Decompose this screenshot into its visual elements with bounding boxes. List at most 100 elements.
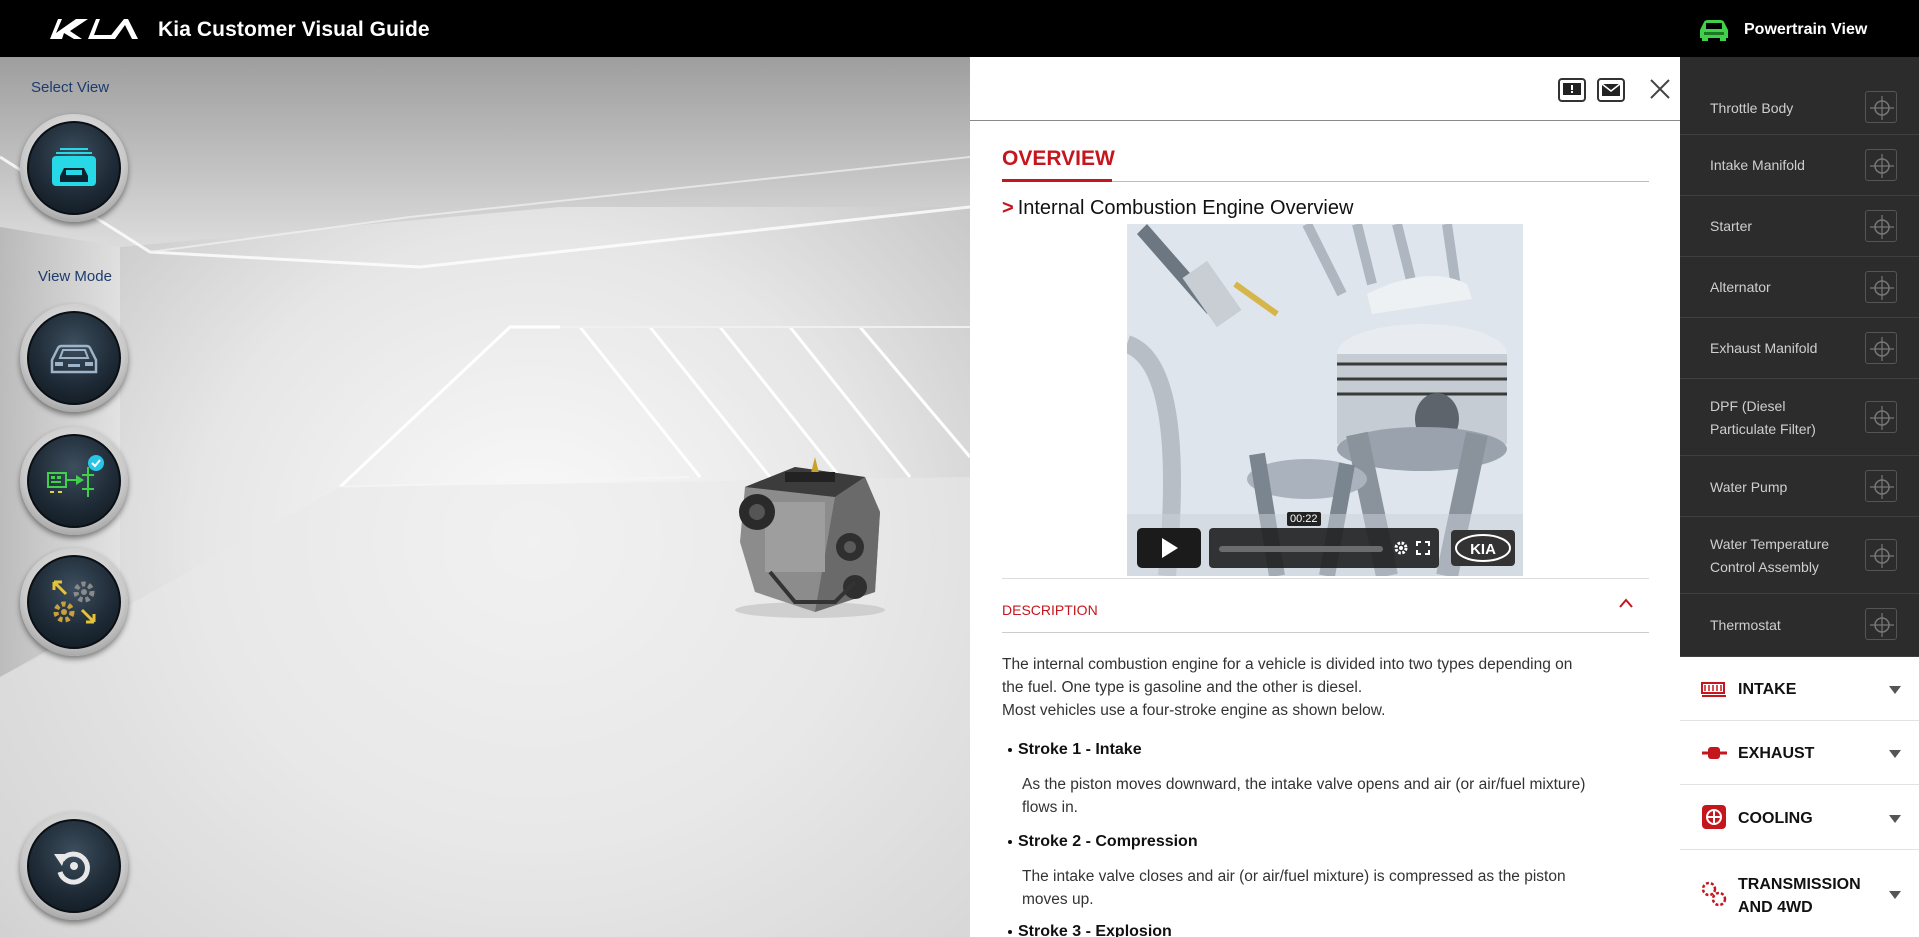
- crosshair-icon: [1870, 215, 1894, 239]
- part-item-exhaust-manifold[interactable]: Exhaust Manifold: [1680, 318, 1919, 379]
- description-toggle[interactable]: DESCRIPTION: [1002, 602, 1098, 618]
- category-label: INTAKE: [1738, 681, 1797, 698]
- part-label: Starter: [1710, 218, 1753, 234]
- reset-view-button[interactable]: [20, 812, 128, 920]
- engine-model[interactable]: [715, 452, 895, 622]
- part-item-throttle-body[interactable]: Throttle Body: [1680, 57, 1919, 135]
- part-item-water-temperature-control[interactable]: Water Temperature Control Assembly: [1680, 517, 1919, 594]
- locate-part-button[interactable]: [1865, 470, 1897, 502]
- chevron-up-icon[interactable]: [1618, 597, 1634, 609]
- crosshair-icon: [1870, 276, 1894, 300]
- crosshair-icon: [1870, 475, 1894, 499]
- stroke-heading: Stroke 1 - Intake: [1008, 741, 1142, 759]
- kia-video-logo: KIA: [1451, 530, 1515, 566]
- locate-part-button[interactable]: [1865, 608, 1897, 640]
- intro-line: The internal combustion engine for a veh…: [1002, 656, 1573, 673]
- fullscreen-icon[interactable]: [1415, 540, 1431, 556]
- intake-icon: [1701, 682, 1726, 697]
- bullet: [1008, 929, 1012, 934]
- topic-title: > Internal Combustion Engine Overview: [1002, 197, 1353, 220]
- video-player[interactable]: 00:22 KIA: [1127, 224, 1523, 576]
- locate-part-button[interactable]: [1865, 210, 1897, 242]
- view-mode-title: Powertrain View: [1744, 21, 1868, 38]
- car-front-icon: [50, 344, 98, 374]
- part-label: DPF (Diesel: [1710, 398, 1786, 414]
- part-item-starter[interactable]: Starter: [1680, 196, 1919, 257]
- view-mode-label: View Mode: [38, 268, 112, 285]
- kia-badge-graphic: KIA: [1455, 534, 1511, 562]
- stroke-title: Stroke 2 - Compression: [1018, 833, 1198, 850]
- stroke-text-line: As the piston moves downward, the intake…: [1022, 776, 1586, 793]
- category-label: EXHAUST: [1738, 745, 1815, 762]
- 3d-viewer[interactable]: Select View View Mode: [0, 57, 970, 937]
- crosshair-icon: [1870, 154, 1894, 178]
- stroke-text-line: flows in.: [1022, 799, 1078, 816]
- seek-bar-area[interactable]: 00:22: [1209, 512, 1439, 568]
- progress-track[interactable]: [1219, 546, 1383, 552]
- kia-logo: [50, 19, 138, 39]
- bullet: [1008, 839, 1012, 844]
- stroke-heading: Stroke 3 - Explosion: [1008, 923, 1172, 937]
- part-item-thermostat[interactable]: Thermostat: [1680, 594, 1919, 657]
- locate-part-button[interactable]: [1865, 539, 1897, 571]
- locate-part-button[interactable]: [1865, 401, 1897, 433]
- powertrain-mode-button[interactable]: [20, 427, 128, 535]
- play-icon: [1162, 538, 1178, 558]
- crosshair-icon: [1870, 406, 1894, 430]
- intro-line: Most vehicles use a four-stroke engine a…: [1002, 702, 1386, 719]
- stroke-title: Stroke 3 - Explosion: [1018, 923, 1172, 937]
- transmission-icon: [1701, 881, 1727, 907]
- panel-header: [970, 57, 1680, 121]
- current-time: 00:22: [1287, 512, 1321, 526]
- part-label: Alternator: [1710, 279, 1771, 295]
- locate-part-button[interactable]: [1865, 332, 1897, 364]
- locate-part-button[interactable]: [1865, 149, 1897, 181]
- chevron-down-icon: [1889, 686, 1901, 694]
- category-exhaust[interactable]: EXHAUST: [1680, 721, 1919, 785]
- exhaust-icon: [1702, 747, 1727, 759]
- category-intake[interactable]: INTAKE: [1680, 657, 1919, 721]
- crosshair-icon: [1870, 613, 1894, 637]
- section-heading: OVERVIEW: [1002, 147, 1115, 170]
- info-panel: OVERVIEW > Internal Combustion Engine Ove…: [970, 57, 1680, 937]
- settings-gear-icon[interactable]: [1393, 540, 1409, 556]
- cooling-icon: [1702, 805, 1726, 829]
- email-button[interactable]: [1597, 78, 1625, 102]
- chevron-down-icon: [1889, 891, 1901, 899]
- stroke-title: Stroke 1 - Intake: [1018, 741, 1142, 758]
- parts-mode-button[interactable]: [20, 548, 128, 656]
- parts-list: Throttle Body Intake Manifold Starter Al…: [1680, 57, 1919, 657]
- email-icon: [1601, 83, 1621, 96]
- part-label: Thermostat: [1710, 617, 1781, 633]
- category-label: TRANSMISSION: [1738, 876, 1861, 893]
- close-icon[interactable]: [1648, 77, 1672, 101]
- play-button[interactable]: [1137, 528, 1201, 568]
- part-item-water-pump[interactable]: Water Pump: [1680, 456, 1919, 517]
- stroke-text-line: The intake valve closes and air (or air/…: [1022, 868, 1566, 885]
- top-bar: Kia Customer Visual Guide Powertrain Vie…: [0, 0, 1919, 57]
- category-label: AND 4WD: [1738, 899, 1813, 916]
- gears-icon: [52, 580, 96, 624]
- section-underline: [1002, 179, 1112, 182]
- part-label: Water Pump: [1710, 479, 1788, 495]
- feedback-button[interactable]: [1558, 78, 1586, 102]
- powertrain-car-icon: [1700, 20, 1728, 41]
- category-transmission[interactable]: TRANSMISSION AND 4WD: [1680, 850, 1919, 937]
- reset-icon: [54, 851, 90, 885]
- part-label: Exhaust Manifold: [1710, 340, 1818, 356]
- locate-part-button[interactable]: [1865, 271, 1897, 303]
- category-cooling[interactable]: COOLING: [1680, 785, 1919, 850]
- chevron-down-icon: [1889, 815, 1901, 823]
- part-item-alternator[interactable]: Alternator: [1680, 257, 1919, 318]
- video-controls: 00:22 KIA: [1127, 512, 1523, 568]
- part-item-intake-manifold[interactable]: Intake Manifold: [1680, 135, 1919, 196]
- select-view-button[interactable]: [20, 114, 128, 222]
- bullet: [1008, 747, 1012, 752]
- stroke-text-line: moves up.: [1022, 891, 1094, 908]
- part-label: Control Assembly: [1710, 559, 1819, 575]
- chevron-down-icon: [1889, 750, 1901, 758]
- exterior-view-button[interactable]: [20, 304, 128, 412]
- part-item-dpf[interactable]: DPF (Diesel Particulate Filter): [1680, 379, 1919, 456]
- chevron-right-icon: >: [1002, 197, 1014, 219]
- locate-part-button[interactable]: [1865, 91, 1897, 123]
